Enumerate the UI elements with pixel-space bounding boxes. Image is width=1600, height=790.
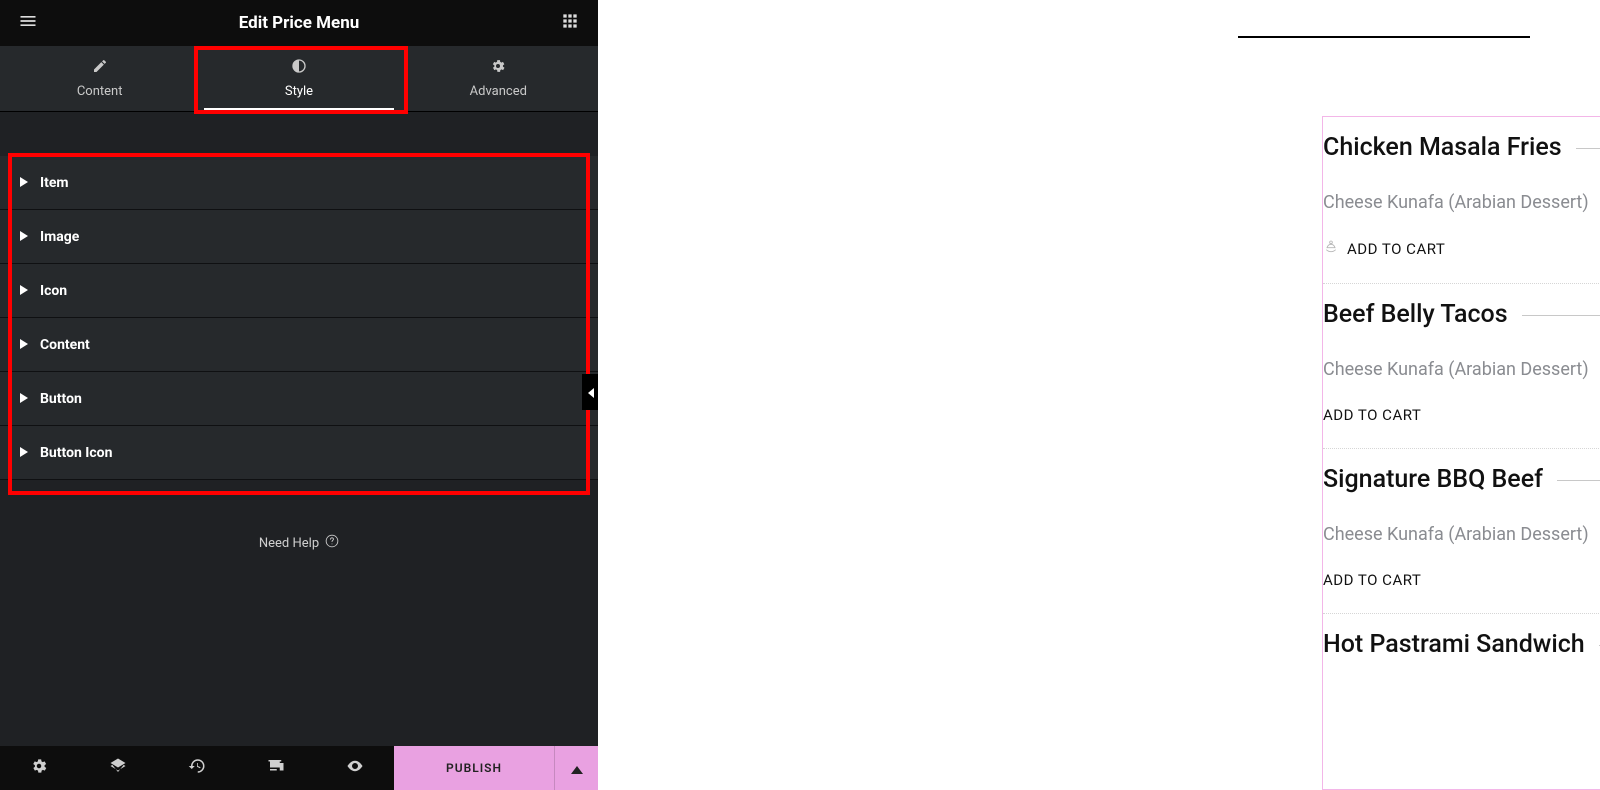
menu-item-title: Signature BBQ Beef [1323, 465, 1543, 494]
caret-right-icon [20, 175, 28, 191]
caret-right-icon [20, 445, 28, 461]
accordion-item[interactable]: Item [0, 156, 598, 210]
menu-item-description: Cheese Kunafa (Arabian Dessert) [1323, 359, 1600, 380]
history-icon [188, 757, 206, 779]
panel-header: Edit Price Menu [0, 0, 598, 46]
accordion-label: Button Icon [40, 445, 112, 461]
history-button[interactable] [158, 746, 237, 790]
tab-style[interactable]: Style [199, 46, 398, 111]
panel-tabs: Content Style Advanced [0, 46, 598, 112]
chevron-left-icon [588, 383, 594, 402]
caret-right-icon [20, 229, 28, 245]
navigator-button[interactable] [79, 746, 158, 790]
publish-button[interactable]: PUBLISH [394, 746, 554, 790]
publish-label: PUBLISH [446, 761, 502, 775]
devices-icon [267, 757, 285, 779]
accordion-button[interactable]: Button [0, 372, 598, 426]
menu-item: Signature BBQ Beef $12.48 Cheese Kunafa … [1323, 449, 1600, 614]
add-to-cart-button[interactable]: ADD TO CART [1323, 239, 1600, 259]
tab-label: Style [285, 84, 313, 99]
menu-item: Hot Pastrami Sandwich $12.48 [1323, 614, 1600, 683]
tab-label: Advanced [470, 84, 527, 99]
accordion-label: Button [40, 391, 82, 407]
layers-icon [109, 757, 127, 779]
caret-right-icon [20, 283, 28, 299]
accordion-content[interactable]: Content [0, 318, 598, 372]
menu-item-description: Cheese Kunafa (Arabian Dessert) [1323, 192, 1600, 213]
question-circle-icon [325, 534, 339, 552]
caret-right-icon [20, 337, 28, 353]
add-to-cart-button[interactable]: ADD TO CART [1323, 406, 1600, 424]
pencil-icon [92, 58, 108, 78]
gear-icon [490, 58, 506, 78]
menu-item: Chicken Masala Fries $12.48 Cheese Kunaf… [1323, 117, 1600, 284]
panel-bottom-bar: PUBLISH [0, 746, 598, 790]
accordion-image[interactable]: Image [0, 210, 598, 264]
price-menu-widget[interactable]: Chicken Masala Fries $12.48 Cheese Kunaf… [1322, 116, 1600, 790]
accordion-label: Content [40, 337, 90, 353]
caret-right-icon [20, 391, 28, 407]
need-help-link[interactable]: Need Help [0, 534, 598, 552]
editor-panel: Edit Price Menu Content Style Advanced [0, 0, 598, 790]
accordion-button-icon[interactable]: Button Icon [0, 426, 598, 480]
need-help-label: Need Help [259, 536, 319, 551]
add-to-cart-button[interactable]: ADD TO CART [1323, 571, 1600, 589]
tab-label: Content [77, 84, 123, 99]
add-to-cart-label: ADD TO CART [1323, 571, 1421, 589]
accordion-label: Icon [40, 283, 67, 299]
tab-advanced[interactable]: Advanced [399, 46, 598, 111]
responsive-button[interactable] [236, 746, 315, 790]
accordion-icon[interactable]: Icon [0, 264, 598, 318]
menu-item: Beef Belly Tacos $12.48 Cheese Kunafa (A… [1323, 284, 1600, 449]
contrast-icon [291, 58, 307, 78]
title-price-separator [1576, 148, 1600, 149]
accordion-label: Item [40, 175, 69, 191]
menu-item-title: Chicken Masala Fries [1323, 133, 1562, 162]
preview-pane: Chicken Masala Fries $12.48 Cheese Kunaf… [598, 0, 1600, 790]
tab-content[interactable]: Content [0, 46, 199, 111]
menu-item-title: Beef Belly Tacos [1323, 300, 1508, 329]
title-price-separator [1522, 315, 1600, 316]
panel-title: Edit Price Menu [239, 13, 360, 33]
add-to-cart-label: ADD TO CART [1323, 406, 1421, 424]
menu-item-title: Hot Pastrami Sandwich [1323, 630, 1585, 659]
preview-button[interactable] [315, 746, 394, 790]
gear-icon [30, 757, 48, 779]
hamburger-icon[interactable] [18, 11, 38, 35]
accordion-label: Image [40, 229, 79, 245]
menu-item-description: Cheese Kunafa (Arabian Dessert) [1323, 524, 1600, 545]
separator-rule [1238, 36, 1530, 38]
person-meditate-icon [1323, 239, 1339, 259]
eye-icon [346, 757, 364, 779]
settings-button[interactable] [0, 746, 79, 790]
add-to-cart-label: ADD TO CART [1347, 240, 1445, 258]
chevron-up-icon [571, 759, 583, 778]
title-price-separator [1557, 480, 1600, 481]
publish-options-button[interactable] [554, 746, 598, 790]
accordion-list: Item Image Icon Content Button Button Ic… [0, 156, 598, 480]
apps-grid-icon[interactable] [560, 11, 580, 35]
